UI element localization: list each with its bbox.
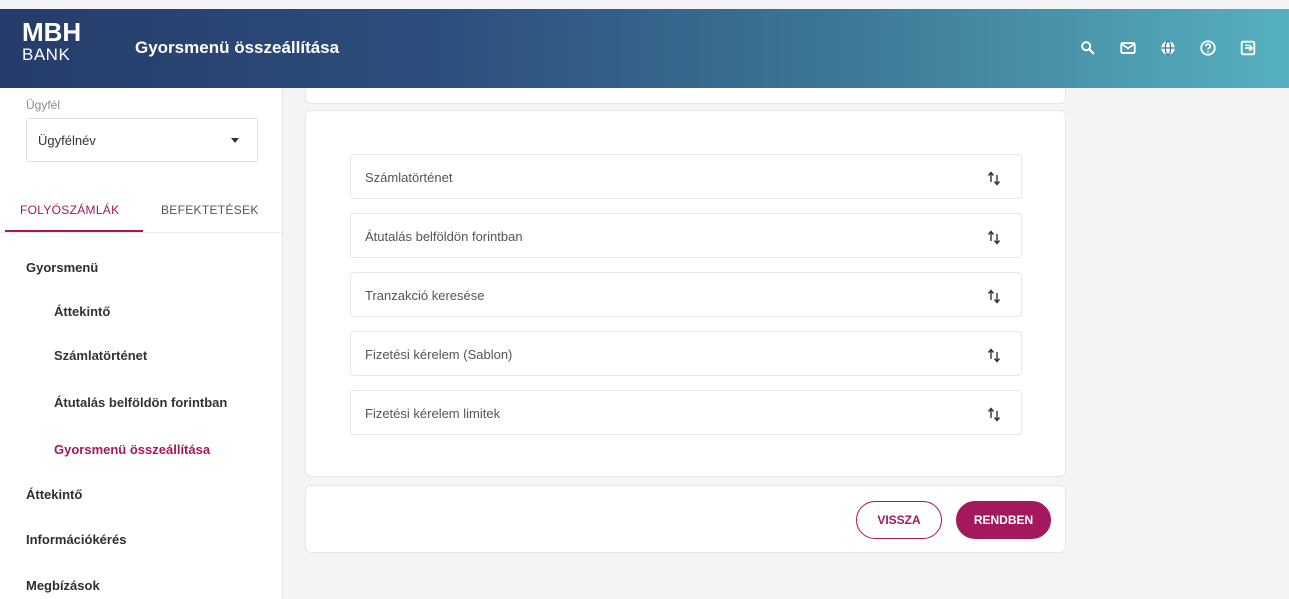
nav-item-megbizasok[interactable]: Megbízások bbox=[26, 578, 100, 593]
logout-icon[interactable] bbox=[1237, 37, 1259, 59]
list-item[interactable]: Számlatörténet bbox=[350, 154, 1022, 199]
nav-section-gyorsmenu[interactable]: Gyorsmenü bbox=[26, 260, 98, 275]
nav-item-szamlatortenet[interactable]: Számlatörténet bbox=[54, 348, 147, 363]
previous-card bbox=[305, 88, 1066, 104]
app-header: MBH BANK Gyorsmenü összeállítása bbox=[0, 9, 1289, 88]
back-button[interactable]: VISSZA bbox=[856, 501, 942, 539]
client-select-value: Ügyfélnév bbox=[38, 133, 96, 148]
mail-icon[interactable] bbox=[1117, 37, 1139, 59]
nav-item-gyorsmenu-osszeallitasa[interactable]: Gyorsmenü összeállítása bbox=[54, 442, 210, 457]
client-label: Ügyfél bbox=[26, 98, 61, 112]
list-item-label: Átutalás belföldön forintban bbox=[365, 229, 523, 244]
nav-item-attekinto-main[interactable]: Áttekintő bbox=[26, 487, 82, 502]
page-title: Gyorsmenü összeállítása bbox=[135, 38, 340, 57]
help-icon[interactable] bbox=[1197, 37, 1219, 59]
nav-item-attekinto[interactable]: Áttekintő bbox=[54, 304, 110, 319]
header-actions bbox=[1077, 37, 1259, 59]
list-item-label: Fizetési kérelem limitek bbox=[365, 406, 501, 421]
top-strip bbox=[0, 0, 1289, 9]
chevron-down-icon bbox=[231, 138, 239, 143]
list-item[interactable]: Átutalás belföldön forintban bbox=[350, 213, 1022, 258]
search-icon[interactable] bbox=[1077, 37, 1099, 59]
list-item[interactable]: Tranzakció keresése bbox=[350, 272, 1022, 317]
list-item[interactable]: Fizetési kérelem (Sablon) bbox=[350, 331, 1022, 376]
logo-bottom-text: BANK bbox=[22, 45, 71, 64]
action-bar: VISSZA RENDBEN bbox=[305, 485, 1066, 553]
list-item[interactable]: Fizetési kérelem limitek bbox=[350, 390, 1022, 435]
nav-item-atutalas[interactable]: Átutalás belföldön forintban bbox=[54, 395, 227, 410]
ok-button[interactable]: RENDBEN bbox=[956, 501, 1051, 539]
quickmenu-list-card: Számlatörténet Átutalás belföldön forint… bbox=[305, 110, 1066, 477]
tab-befektetesek[interactable]: BEFEKTETÉSEK bbox=[161, 203, 259, 217]
logo-top-text: MBH bbox=[22, 17, 82, 47]
sidebar: Ügyfél Ügyfélnév FOLYÓSZÁMLÁK BEFEKTETÉS… bbox=[0, 88, 283, 599]
active-tab-indicator bbox=[5, 230, 143, 232]
tab-folyoszamlak[interactable]: FOLYÓSZÁMLÁK bbox=[20, 203, 119, 217]
list-item-label: Fizetési kérelem (Sablon) bbox=[365, 347, 513, 362]
client-select[interactable]: Ügyfélnév bbox=[26, 118, 258, 162]
reorder-icon[interactable] bbox=[987, 170, 1001, 186]
list-item-label: Tranzakció keresése bbox=[365, 288, 485, 303]
account-tabs: FOLYÓSZÁMLÁK BEFEKTETÉSEK bbox=[0, 198, 282, 233]
reorder-icon[interactable] bbox=[987, 288, 1001, 304]
list-item-label: Számlatörténet bbox=[365, 170, 453, 185]
mbh-bank-logo[interactable]: MBH BANK bbox=[22, 19, 81, 63]
reorder-icon[interactable] bbox=[987, 347, 1001, 363]
nav-item-informaciokeres[interactable]: Információkérés bbox=[26, 532, 126, 547]
globe-icon[interactable] bbox=[1157, 37, 1179, 59]
reorder-icon[interactable] bbox=[987, 229, 1001, 245]
reorder-icon[interactable] bbox=[987, 406, 1001, 422]
